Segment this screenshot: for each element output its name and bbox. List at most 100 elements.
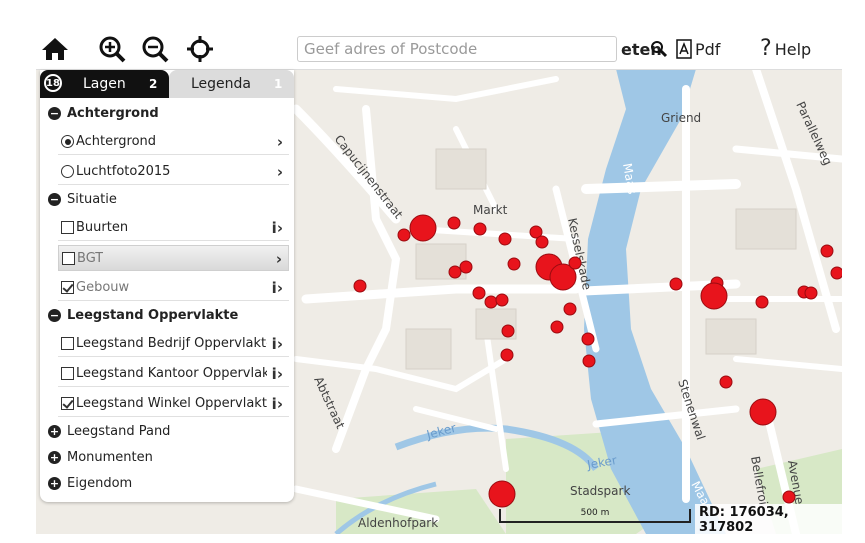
scale-bar: 500 m	[499, 508, 691, 523]
vacancy-marker[interactable]	[755, 295, 769, 309]
group-label: Situatie	[67, 191, 117, 207]
vacancy-marker[interactable]	[749, 398, 777, 426]
group-leegstand-oppervlakte[interactable]: − Leegstand Oppervlakte	[40, 302, 294, 328]
expand-icon: +	[48, 450, 61, 464]
layer-label: BGT	[77, 250, 104, 266]
layer-item-bgt[interactable]: BGT ›	[58, 245, 289, 271]
layer-item-leegstand-kantoor[interactable]: Leegstand Kantoor Oppervlakte i›	[58, 361, 289, 387]
layer-label: Gebouw	[76, 280, 130, 295]
help-label: Help	[774, 39, 812, 59]
info-chevron-icon[interactable]: i›	[272, 335, 283, 353]
expand-icon: +	[48, 476, 61, 490]
group-achtergrond[interactable]: − Achtergrond	[40, 100, 294, 126]
chevron-right-icon[interactable]: ›	[277, 163, 283, 181]
layer-item-luchtfoto2015[interactable]: Luchtfoto2015 ›	[58, 159, 289, 185]
info-chevron-icon[interactable]: i›	[272, 395, 283, 413]
group-monumenten[interactable]: + Monumenten	[40, 444, 294, 470]
vacancy-marker[interactable]	[473, 222, 487, 236]
vacancy-marker[interactable]	[782, 490, 796, 504]
group-label: Leegstand Oppervlakte	[67, 307, 239, 323]
vacancy-marker[interactable]	[669, 277, 683, 291]
label-aldenhofpark: Aldenhofpark	[358, 516, 438, 530]
vacancy-marker[interactable]	[459, 260, 473, 274]
vacancy-marker[interactable]	[498, 232, 512, 246]
chevron-right-icon[interactable]: ›	[277, 133, 283, 151]
layer-label: Leegstand Bedrijf Oppervlakte	[76, 336, 267, 351]
label-markt: Markt	[473, 203, 508, 217]
vacancy-marker[interactable]	[830, 266, 842, 280]
tab-lagen[interactable]: 18 Lagen 2	[40, 70, 169, 98]
group-leegstand-pand[interactable]: + Leegstand Pand	[40, 418, 294, 444]
vacancy-marker[interactable]	[507, 257, 521, 271]
pdf-icon	[676, 39, 692, 59]
tab-lagen-count: 2	[149, 77, 158, 91]
group-eigendom[interactable]: + Eigendom	[40, 470, 294, 496]
group-situatie[interactable]: − Situatie	[40, 186, 294, 212]
vacancy-marker[interactable]	[495, 293, 509, 307]
collapse-icon: −	[48, 192, 61, 206]
label-stadspark: Stadspark	[570, 484, 630, 498]
home-icon[interactable]	[39, 33, 71, 65]
vacancy-marker[interactable]	[535, 235, 549, 249]
layer-item-leegstand-bedrijf[interactable]: Leegstand Bedrijf Oppervlakte i›	[58, 331, 289, 357]
vacancy-marker[interactable]	[488, 480, 516, 508]
expand-icon: +	[48, 424, 61, 438]
checkbox[interactable]	[61, 337, 74, 350]
group-label: Monumenten	[67, 449, 153, 465]
chevron-right-icon[interactable]: ›	[276, 250, 282, 268]
vacancy-marker[interactable]	[397, 228, 411, 242]
vacancy-marker[interactable]	[550, 320, 564, 334]
vacancy-marker[interactable]	[353, 279, 367, 293]
vacancy-marker[interactable]	[409, 214, 437, 242]
toolbar: eten Pdf ? Help	[36, 29, 842, 70]
group-label: Leegstand Pand	[67, 423, 171, 439]
radio-button[interactable]	[61, 165, 74, 178]
radio-button[interactable]	[61, 135, 74, 148]
coordinates-readout: RD: 176034, 317802	[695, 504, 842, 534]
layer-label: Buurten	[76, 220, 129, 235]
address-search-input[interactable]	[297, 36, 617, 62]
zoom-in-icon[interactable]	[96, 33, 128, 65]
layer-label: Leegstand Winkel Oppervlakte	[76, 396, 267, 411]
vacancy-marker[interactable]	[472, 286, 486, 300]
vacancy-marker[interactable]	[568, 256, 582, 270]
vacancy-marker[interactable]	[448, 265, 462, 279]
collapse-icon: −	[48, 308, 61, 322]
layer-item-achtergrond[interactable]: Achtergrond ›	[58, 129, 289, 155]
pdf-button[interactable]: Pdf	[676, 37, 720, 61]
checkbox[interactable]	[61, 397, 74, 410]
vacancy-marker[interactable]	[719, 375, 733, 389]
tab-legenda-count: 1	[274, 77, 283, 91]
checkbox[interactable]	[61, 367, 74, 380]
vacancy-marker[interactable]	[563, 302, 577, 316]
vacancy-marker[interactable]	[484, 295, 498, 309]
vacancy-marker[interactable]	[820, 244, 834, 258]
layer-item-buurten[interactable]: Buurten i›	[58, 215, 289, 241]
layer-label: Luchtfoto2015	[76, 164, 171, 179]
checkbox[interactable]	[62, 251, 75, 265]
vacancy-marker[interactable]	[700, 282, 728, 310]
locate-icon[interactable]	[184, 33, 216, 65]
help-button[interactable]: ? Help	[760, 37, 811, 61]
checkbox[interactable]	[61, 221, 74, 234]
info-chevron-icon[interactable]: i›	[272, 365, 283, 383]
layer-item-leegstand-winkel[interactable]: Leegstand Winkel Oppervlakte i›	[58, 391, 289, 417]
vacancy-marker[interactable]	[804, 286, 818, 300]
vacancy-marker[interactable]	[581, 332, 595, 346]
layers-count-badge: 18	[44, 74, 62, 92]
vacancy-marker[interactable]	[447, 216, 461, 230]
label-griend: Griend	[661, 111, 701, 125]
help-icon: ?	[760, 36, 772, 61]
tab-legenda-label: Legenda	[191, 76, 252, 92]
checkbox[interactable]	[61, 281, 74, 294]
scale-label: 500 m	[580, 508, 610, 518]
vacancy-marker[interactable]	[501, 324, 515, 338]
vacancy-marker[interactable]	[500, 348, 514, 362]
zoom-out-icon[interactable]	[139, 33, 171, 65]
vacancy-marker[interactable]	[582, 354, 596, 368]
info-chevron-icon[interactable]: i›	[272, 279, 283, 297]
measure-button[interactable]: eten	[618, 37, 668, 61]
info-chevron-icon[interactable]: i›	[272, 219, 283, 237]
layer-item-gebouw[interactable]: Gebouw i›	[58, 275, 289, 301]
tab-legenda[interactable]: Legenda 1	[169, 70, 294, 98]
